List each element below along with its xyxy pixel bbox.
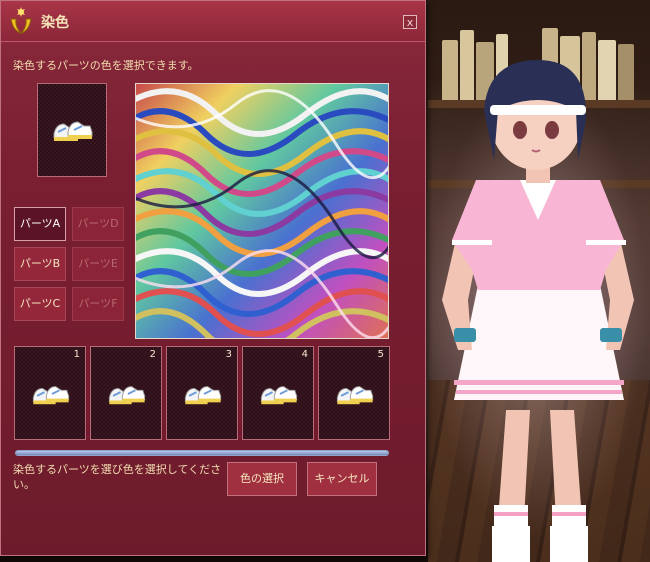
window-title: 染色 <box>41 15 69 31</box>
item-slot-2[interactable]: 2 <box>90 346 162 440</box>
slot-number: 2 <box>149 349 156 360</box>
slot-number: 1 <box>73 349 80 360</box>
color-palette-image <box>136 84 388 338</box>
part-f-button[interactable]: パーツF <box>72 287 124 321</box>
item-slot-1[interactable]: 1 <box>14 346 86 440</box>
progress-bar <box>15 450 389 456</box>
sneaker-icon <box>259 381 299 411</box>
status-text: 染色するパーツを選び色を選択してください。 <box>13 463 222 491</box>
instruction-text: 染色するパーツの色を選択できます。 <box>13 59 199 72</box>
part-e-button[interactable]: パーツE <box>72 247 124 281</box>
sneaker-icon <box>31 381 71 411</box>
dye-window: 染色 x 染色するパーツの色を選択できます。 パーツA パーツD パーツB パー… <box>0 0 426 556</box>
sneaker-icon <box>107 381 147 411</box>
title-bar[interactable]: 染色 x <box>1 1 425 42</box>
dye-hands-icon <box>10 7 32 34</box>
item-slot-4[interactable]: 4 <box>242 346 314 440</box>
item-slot-3[interactable]: 3 <box>166 346 238 440</box>
sneaker-icon <box>53 121 93 141</box>
slot-number: 4 <box>301 349 308 360</box>
sneaker-icon <box>335 381 375 411</box>
slot-number: 5 <box>377 349 384 360</box>
progress-fill <box>16 451 388 455</box>
sneaker-icon <box>183 381 223 411</box>
part-d-button[interactable]: パーツD <box>72 207 124 241</box>
character-avatar <box>428 60 648 562</box>
select-color-button[interactable]: 色の選択 <box>227 462 297 496</box>
item-slot-5[interactable]: 5 <box>318 346 390 440</box>
part-a-button[interactable]: パーツA <box>14 207 66 241</box>
slot-number: 3 <box>225 349 232 360</box>
item-preview <box>37 83 107 177</box>
color-palette[interactable] <box>135 83 389 339</box>
close-button[interactable]: x <box>403 15 417 29</box>
part-b-button[interactable]: パーツB <box>14 247 66 281</box>
cancel-button[interactable]: キャンセル <box>307 462 377 496</box>
part-c-button[interactable]: パーツC <box>14 287 66 321</box>
